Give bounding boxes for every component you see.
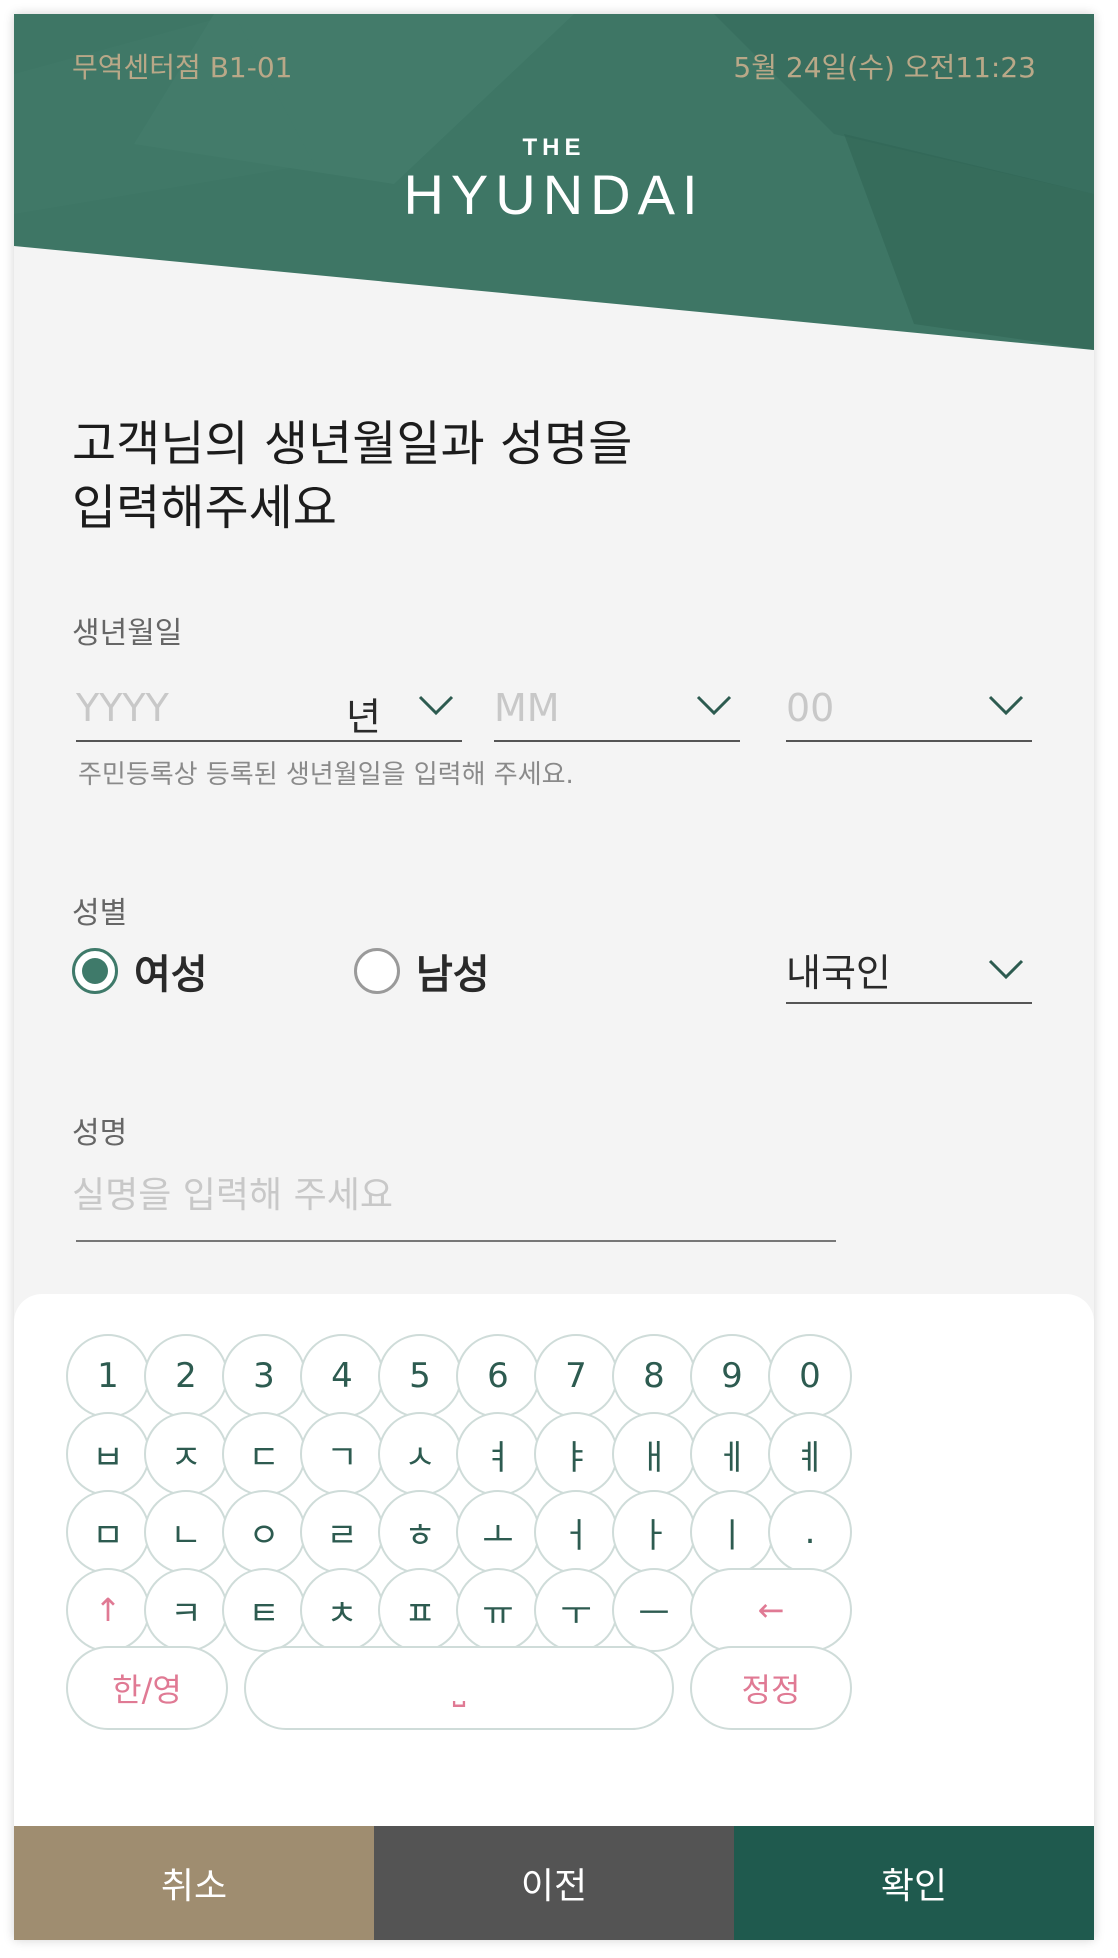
key[interactable]: ㅂ bbox=[66, 1412, 150, 1496]
backspace-key[interactable]: ← bbox=[690, 1568, 852, 1652]
space-icon: ⎵ bbox=[452, 1668, 466, 1707]
birth-month-select[interactable]: MM bbox=[494, 680, 740, 742]
key[interactable]: ㄹ bbox=[300, 1490, 384, 1574]
current-datetime: 5월 24일(수) 오전11:23 bbox=[733, 51, 1036, 84]
birth-hint: 주민등록상 등록된 생년월일을 입력해 주세요. bbox=[78, 760, 574, 790]
key[interactable]: ㅇ bbox=[222, 1490, 306, 1574]
key[interactable]: ㅖ bbox=[768, 1412, 852, 1496]
key[interactable]: 0 bbox=[768, 1334, 852, 1418]
key[interactable]: ㄴ bbox=[144, 1490, 228, 1574]
chevron-down-icon bbox=[418, 695, 454, 716]
key[interactable]: 1 bbox=[66, 1334, 150, 1418]
key[interactable]: ㅜ bbox=[534, 1568, 618, 1652]
birth-year-placeholder: YYYY bbox=[76, 686, 169, 730]
key[interactable]: ㅎ bbox=[378, 1490, 462, 1574]
confirm-button[interactable]: 확인 bbox=[734, 1826, 1094, 1940]
page-title: 고객님의 생년월일과 성명을 입력해주세요 bbox=[72, 412, 632, 540]
name-input[interactable]: 실명을 입력해 주세요 bbox=[72, 1166, 393, 1218]
radio-checked-icon bbox=[72, 948, 118, 994]
name-label: 성명 bbox=[72, 1116, 128, 1151]
chevron-down-icon bbox=[988, 959, 1024, 980]
page-title-line2: 입력해주세요 bbox=[72, 480, 337, 536]
name-input-underline bbox=[76, 1240, 836, 1242]
key[interactable]: ㅐ bbox=[612, 1412, 696, 1496]
header: 무역센터점 B1-01 5월 24일(수) 오전11:23 THE HYUNDA… bbox=[14, 14, 1094, 350]
key[interactable]: ㄷ bbox=[222, 1412, 306, 1496]
key[interactable]: ㅁ bbox=[66, 1490, 150, 1574]
key[interactable]: ㅣ bbox=[690, 1490, 774, 1574]
key[interactable]: ㅔ bbox=[690, 1412, 774, 1496]
birth-year-unit: 년 bbox=[346, 695, 381, 739]
logo-main-text: HYUNDAI bbox=[403, 163, 705, 226]
key[interactable]: ㅡ bbox=[612, 1568, 696, 1652]
birth-day-placeholder: 00 bbox=[786, 686, 835, 730]
kiosk-screen: 무역센터점 B1-01 5월 24일(수) 오전11:23 THE HYUNDA… bbox=[14, 14, 1094, 1940]
key[interactable]: ㅑ bbox=[534, 1412, 618, 1496]
key[interactable]: 3 bbox=[222, 1334, 306, 1418]
virtual-keyboard: 1 2 3 4 5 6 7 8 9 0 ㅂ ㅈ ㄷ ㄱ ㅅ ㅕ ㅑ ㅐ ㅔ ㅖ … bbox=[14, 1294, 1094, 1834]
birth-year-select[interactable]: YYYY 년 bbox=[76, 680, 462, 742]
key[interactable]: ㅕ bbox=[456, 1412, 540, 1496]
key[interactable]: 7 bbox=[534, 1334, 618, 1418]
lang-toggle-key[interactable]: 한/영 bbox=[66, 1646, 228, 1730]
key[interactable]: 6 bbox=[456, 1334, 540, 1418]
birth-label: 생년월일 bbox=[72, 616, 183, 651]
correct-key[interactable]: 정정 bbox=[690, 1646, 852, 1730]
arrow-left-icon: ← bbox=[757, 1591, 785, 1629]
key[interactable]: ㅍ bbox=[378, 1568, 462, 1652]
key[interactable]: ㅗ bbox=[456, 1490, 540, 1574]
key[interactable]: 5 bbox=[378, 1334, 462, 1418]
birth-day-select[interactable]: 00 bbox=[786, 680, 1032, 742]
gender-label: 성별 bbox=[72, 896, 128, 931]
key[interactable]: ㅈ bbox=[144, 1412, 228, 1496]
key[interactable]: 8 bbox=[612, 1334, 696, 1418]
key[interactable]: ㅓ bbox=[534, 1490, 618, 1574]
prev-button[interactable]: 이전 bbox=[374, 1826, 734, 1940]
radio-unchecked-icon bbox=[354, 948, 400, 994]
chevron-down-icon bbox=[696, 695, 732, 716]
page-title-line1: 고객님의 생년월일과 성명을 bbox=[72, 416, 633, 472]
key[interactable]: 9 bbox=[690, 1334, 774, 1418]
key[interactable]: ㅏ bbox=[612, 1490, 696, 1574]
key[interactable]: 4 bbox=[300, 1334, 384, 1418]
key[interactable]: ㄱ bbox=[300, 1412, 384, 1496]
nationality-value: 내국인 bbox=[786, 951, 891, 995]
nationality-select[interactable]: 내국인 bbox=[786, 938, 1032, 1004]
store-location: 무역센터점 B1-01 bbox=[72, 51, 293, 84]
logo-small-text: THE bbox=[522, 134, 586, 161]
shift-key[interactable]: ↑ bbox=[66, 1568, 150, 1652]
key[interactable]: . bbox=[768, 1490, 852, 1574]
gender-male-radio[interactable]: 남성 bbox=[354, 942, 490, 1000]
key[interactable]: ㅋ bbox=[144, 1568, 228, 1652]
arrow-up-icon: ↑ bbox=[94, 1591, 122, 1629]
chevron-down-icon bbox=[988, 695, 1024, 716]
key[interactable]: ㅌ bbox=[222, 1568, 306, 1652]
gender-female-label: 여성 bbox=[134, 952, 208, 998]
key[interactable]: ㅅ bbox=[378, 1412, 462, 1496]
cancel-button[interactable]: 취소 bbox=[14, 1826, 374, 1940]
key[interactable]: 2 bbox=[144, 1334, 228, 1418]
key[interactable]: ㅊ bbox=[300, 1568, 384, 1652]
gender-male-label: 남성 bbox=[416, 952, 490, 998]
space-key[interactable]: ⎵ bbox=[244, 1646, 674, 1730]
key[interactable]: ㅠ bbox=[456, 1568, 540, 1652]
gender-female-radio[interactable]: 여성 bbox=[72, 942, 208, 1000]
birth-month-placeholder: MM bbox=[494, 686, 560, 730]
